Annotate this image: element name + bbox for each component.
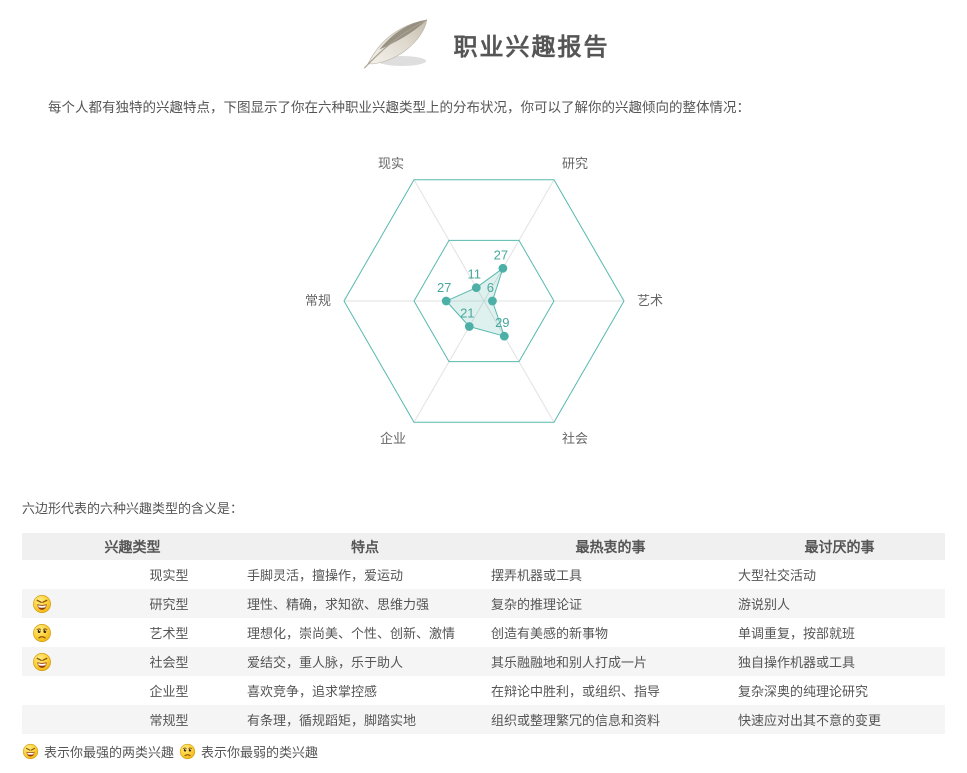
intro-text: 每个人都有独特的兴趣特点，下图显示了你在六种职业兴趣类型上的分布状况，你可以了解…: [22, 98, 937, 118]
interest-type-label: 现实型: [95, 560, 243, 589]
hates-cell: 游说别人: [734, 589, 945, 618]
report-header: 职业兴趣报告: [0, 0, 967, 78]
loves-cell: 组织或整理繁冗的信息和资料: [487, 705, 734, 734]
legend-strong-label: 表示你最强的两类兴趣: [44, 742, 174, 761]
table-row: 常规型有条理，循规蹈矩，脚踏实地组织或整理繁冗的信息和资料快速应对出其不意的变更: [22, 705, 945, 734]
loves-cell: 创造有美感的新事物: [487, 618, 734, 647]
radar-value-label: 11: [467, 267, 481, 282]
loves-cell: 摆弄机器或工具: [487, 560, 734, 589]
header-hates: 最讨厌的事: [734, 533, 945, 560]
emoji-cell: [22, 618, 95, 647]
radar-axis-label: 艺术: [637, 293, 663, 308]
table-row: 社会型爱结交，重人脉，乐于助人其乐融融地和别人打成一片独自操作机器或工具: [22, 647, 945, 676]
header-interest-type: 兴趣类型: [22, 533, 243, 560]
emoji-cell: [22, 676, 95, 705]
radar-data-point: [464, 322, 473, 331]
weakest-interest-emoji-icon: [179, 743, 196, 760]
radar-axis-label: 现实: [377, 156, 403, 171]
radar-data-point: [441, 297, 450, 306]
emoji-legend: 表示你最强的两类兴趣 表示你最弱的类兴趣: [22, 742, 967, 761]
interest-type-label: 常规型: [95, 705, 243, 734]
interest-type-label: 社会型: [95, 647, 243, 676]
table-caption: 六边形代表的六种兴趣类型的含义是：: [22, 498, 967, 517]
emoji-cell: [22, 647, 95, 676]
radar-svg: 11 27 6 29 21 27 现实 研究艺术社会 企业 常规: [154, 146, 814, 466]
header-traits: 特点: [243, 533, 487, 560]
table-row: 现实型手脚灵活，擅操作，爱运动摆弄机器或工具大型社交活动: [22, 560, 945, 589]
loves-cell: 在辩论中胜利，或组织、指导: [487, 676, 734, 705]
loves-cell: 其乐融融地和别人打成一片: [487, 647, 734, 676]
traits-cell: 喜欢竞争，追求掌控感: [243, 676, 487, 705]
legend-weak-label: 表示你最弱的类兴趣: [201, 742, 318, 761]
weakest-interest-emoji-icon: [32, 623, 52, 643]
radar-axis-label: 常规: [304, 293, 330, 308]
radar-data-point: [471, 284, 480, 293]
radar-axis-label: 企业: [379, 431, 405, 446]
emoji-cell: [22, 705, 95, 734]
radar-data-point: [488, 297, 497, 306]
radar-value-label: 27: [436, 280, 450, 295]
hates-cell: 大型社交活动: [734, 560, 945, 589]
table-row: 企业型喜欢竞争，追求掌控感在辩论中胜利，或组织、指导复杂深奥的纯理论研究: [22, 676, 945, 705]
traits-cell: 理想化，崇尚美、个性、创新、激情: [243, 618, 487, 647]
radar-axis-label: 社会: [562, 431, 588, 446]
loves-cell: 复杂的推理论证: [487, 589, 734, 618]
traits-cell: 有条理，循规蹈矩，脚踏实地: [243, 705, 487, 734]
report-page: 职业兴趣报告 每个人都有独特的兴趣特点，下图显示了你在六种职业兴趣类型上的分布状…: [0, 0, 967, 761]
feather-icon: [358, 14, 436, 74]
radar-data-point: [499, 332, 508, 341]
table-row: 研究型理性、精确，求知欲、思维力强复杂的推理论证游说别人: [22, 589, 945, 618]
table-row: 艺术型理想化，崇尚美、个性、创新、激情创造有美感的新事物单调重复，按部就班: [22, 618, 945, 647]
radar-data-point: [498, 264, 507, 273]
header-loves: 最热衷的事: [487, 533, 734, 560]
hates-cell: 快速应对出其不意的变更: [734, 705, 945, 734]
hates-cell: 独自操作机器或工具: [734, 647, 945, 676]
traits-cell: 理性、精确，求知欲、思维力强: [243, 589, 487, 618]
traits-cell: 手脚灵活，擅操作，爱运动: [243, 560, 487, 589]
strongest-interest-emoji-icon: [32, 652, 52, 672]
interest-table: 兴趣类型 特点 最热衷的事 最讨厌的事 现实型手脚灵活，擅操作，爱运动摆弄机器或…: [22, 533, 945, 734]
emoji-cell: [22, 560, 95, 589]
radar-value-label: 27: [493, 248, 507, 263]
strongest-interest-emoji-icon: [22, 743, 39, 760]
page-title: 职业兴趣报告: [454, 27, 610, 62]
interest-type-label: 研究型: [95, 589, 243, 618]
radar-chart: 11 27 6 29 21 27 现实 研究艺术社会 企业 常规: [0, 146, 967, 476]
hates-cell: 单调重复，按部就班: [734, 618, 945, 647]
table-header: 兴趣类型 特点 最热衷的事 最讨厌的事: [22, 533, 945, 560]
hates-cell: 复杂深奥的纯理论研究: [734, 676, 945, 705]
emoji-cell: [22, 589, 95, 618]
radar-value-label: 21: [460, 306, 474, 321]
radar-value-label: 6: [486, 280, 493, 295]
interest-type-label: 艺术型: [95, 618, 243, 647]
radar-axis-label: 研究: [562, 156, 588, 171]
strongest-interest-emoji-icon: [32, 594, 52, 614]
traits-cell: 爱结交，重人脉，乐于助人: [243, 647, 487, 676]
radar-value-label: 29: [495, 315, 509, 330]
interest-type-label: 企业型: [95, 676, 243, 705]
